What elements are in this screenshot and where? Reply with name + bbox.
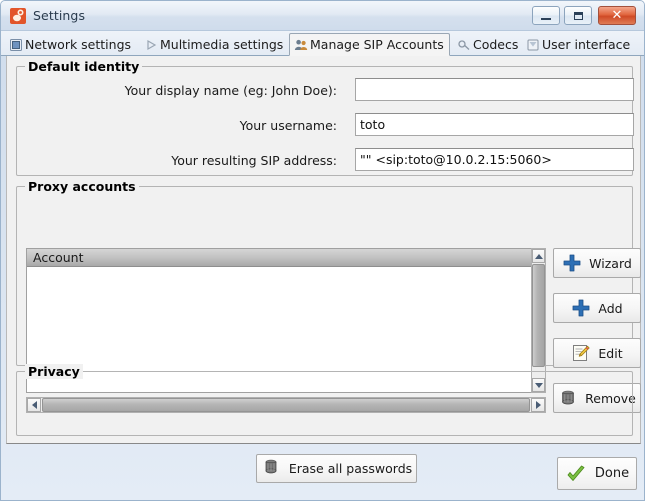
column-header-account: Account <box>33 250 84 265</box>
sip-address-input[interactable] <box>355 148 634 171</box>
tab-label: Codecs <box>473 37 519 52</box>
erase-all-passwords-button[interactable]: Erase all passwords <box>256 454 417 483</box>
tab-codecs[interactable]: Codecs <box>453 33 523 56</box>
wizard-button-label: Wizard <box>589 255 632 271</box>
link-icon <box>457 38 471 52</box>
edit-button[interactable]: Edit <box>553 338 641 368</box>
app-icon <box>9 7 27 25</box>
add-button[interactable]: Add <box>553 293 641 323</box>
settings-content-panel: Default identity Your display name (eg: … <box>6 56 641 483</box>
username-input[interactable] <box>355 113 634 136</box>
group-title-default-identity: Default identity <box>25 59 143 74</box>
maximize-button[interactable] <box>564 6 592 25</box>
maximize-icon <box>565 7 591 24</box>
network-icon <box>9 38 23 52</box>
chevron-up-icon <box>534 253 543 259</box>
check-icon <box>565 463 587 485</box>
plus-icon <box>562 253 582 273</box>
tab-multimedia-settings[interactable]: Multimedia settings <box>140 33 288 56</box>
trash-icon <box>261 457 281 480</box>
tab-user-interface[interactable]: User interface <box>522 33 635 56</box>
tab-manage-sip-accounts[interactable]: Manage SIP Accounts <box>289 33 450 56</box>
privacy-group: Privacy <box>16 364 633 436</box>
display-name-input[interactable] <box>355 78 634 101</box>
vertical-scroll-thumb[interactable] <box>532 264 545 367</box>
group-title-proxy-accounts: Proxy accounts <box>25 179 139 194</box>
pencil-icon <box>571 343 591 363</box>
edit-button-label: Edit <box>598 345 623 361</box>
tab-network-settings[interactable]: Network settings <box>5 33 136 56</box>
tab-label: Multimedia settings <box>160 37 284 52</box>
tab-bar: Network settings Multimedia settings Man… <box>1 31 644 56</box>
sip-address-label: Your resulting SIP address: <box>171 153 337 168</box>
tab-label: Manage SIP Accounts <box>310 37 444 52</box>
title-bar: Settings ✕ <box>1 1 644 31</box>
tab-label: User interface <box>542 37 631 52</box>
plus-icon <box>571 298 591 318</box>
done-button-label: Done <box>594 466 630 481</box>
username-label: Your username: <box>239 118 337 133</box>
erase-all-passwords-label: Erase all passwords <box>288 461 413 476</box>
play-icon <box>144 38 158 52</box>
close-icon: ✕ <box>611 8 623 23</box>
display-name-label: Your display name (eg: John Doe): <box>124 83 337 98</box>
wizard-button[interactable]: Wizard <box>553 248 641 278</box>
list-header-row: Account <box>27 249 544 267</box>
window-title: Settings <box>33 8 86 23</box>
tab-label: Network settings <box>25 37 132 52</box>
group-title-privacy: Privacy <box>25 364 83 379</box>
settings-window: Settings ✕ Network settings Multimedia s… <box>0 0 645 501</box>
scroll-up-button[interactable] <box>532 249 545 263</box>
minimize-icon <box>533 7 559 24</box>
minimize-button[interactable] <box>532 6 560 25</box>
add-button-label: Add <box>598 300 623 316</box>
close-button[interactable]: ✕ <box>598 6 636 25</box>
window-icon <box>526 38 540 52</box>
done-button[interactable]: Done <box>557 457 637 490</box>
users-icon <box>294 38 308 52</box>
